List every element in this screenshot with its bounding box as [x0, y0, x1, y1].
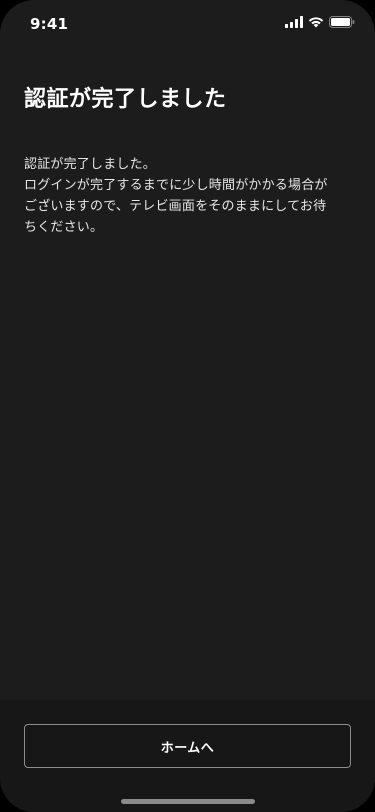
bottom-action-bar: ホームへ — [0, 700, 375, 812]
home-button[interactable]: ホームへ — [24, 724, 351, 768]
home-indicator[interactable] — [121, 799, 255, 804]
battery-icon — [329, 16, 355, 28]
page-title: 認証が完了しました — [24, 87, 227, 112]
wifi-icon — [308, 17, 324, 28]
message-line: ログインが完了するまでに少し時間がかかる場合が — [24, 178, 328, 193]
status-icons — [285, 16, 355, 28]
completion-message: 認証が完了しました。 ログインが完了するまでに少し時間がかかる場合が ございます… — [24, 154, 354, 238]
status-time: 9:41 — [30, 15, 69, 33]
app-screen: 9:41 認証が完了しました 認証が完了しました。 ログインが完了するまでに少し — [0, 0, 375, 812]
status-bar: 9:41 — [0, 0, 375, 44]
message-line: 認証が完了しました。 — [24, 157, 157, 172]
cellular-signal-icon — [285, 16, 303, 28]
message-line: ちください。 — [24, 220, 104, 235]
message-line: ございますので、テレビ画面をそのままにしてお待 — [24, 199, 327, 214]
